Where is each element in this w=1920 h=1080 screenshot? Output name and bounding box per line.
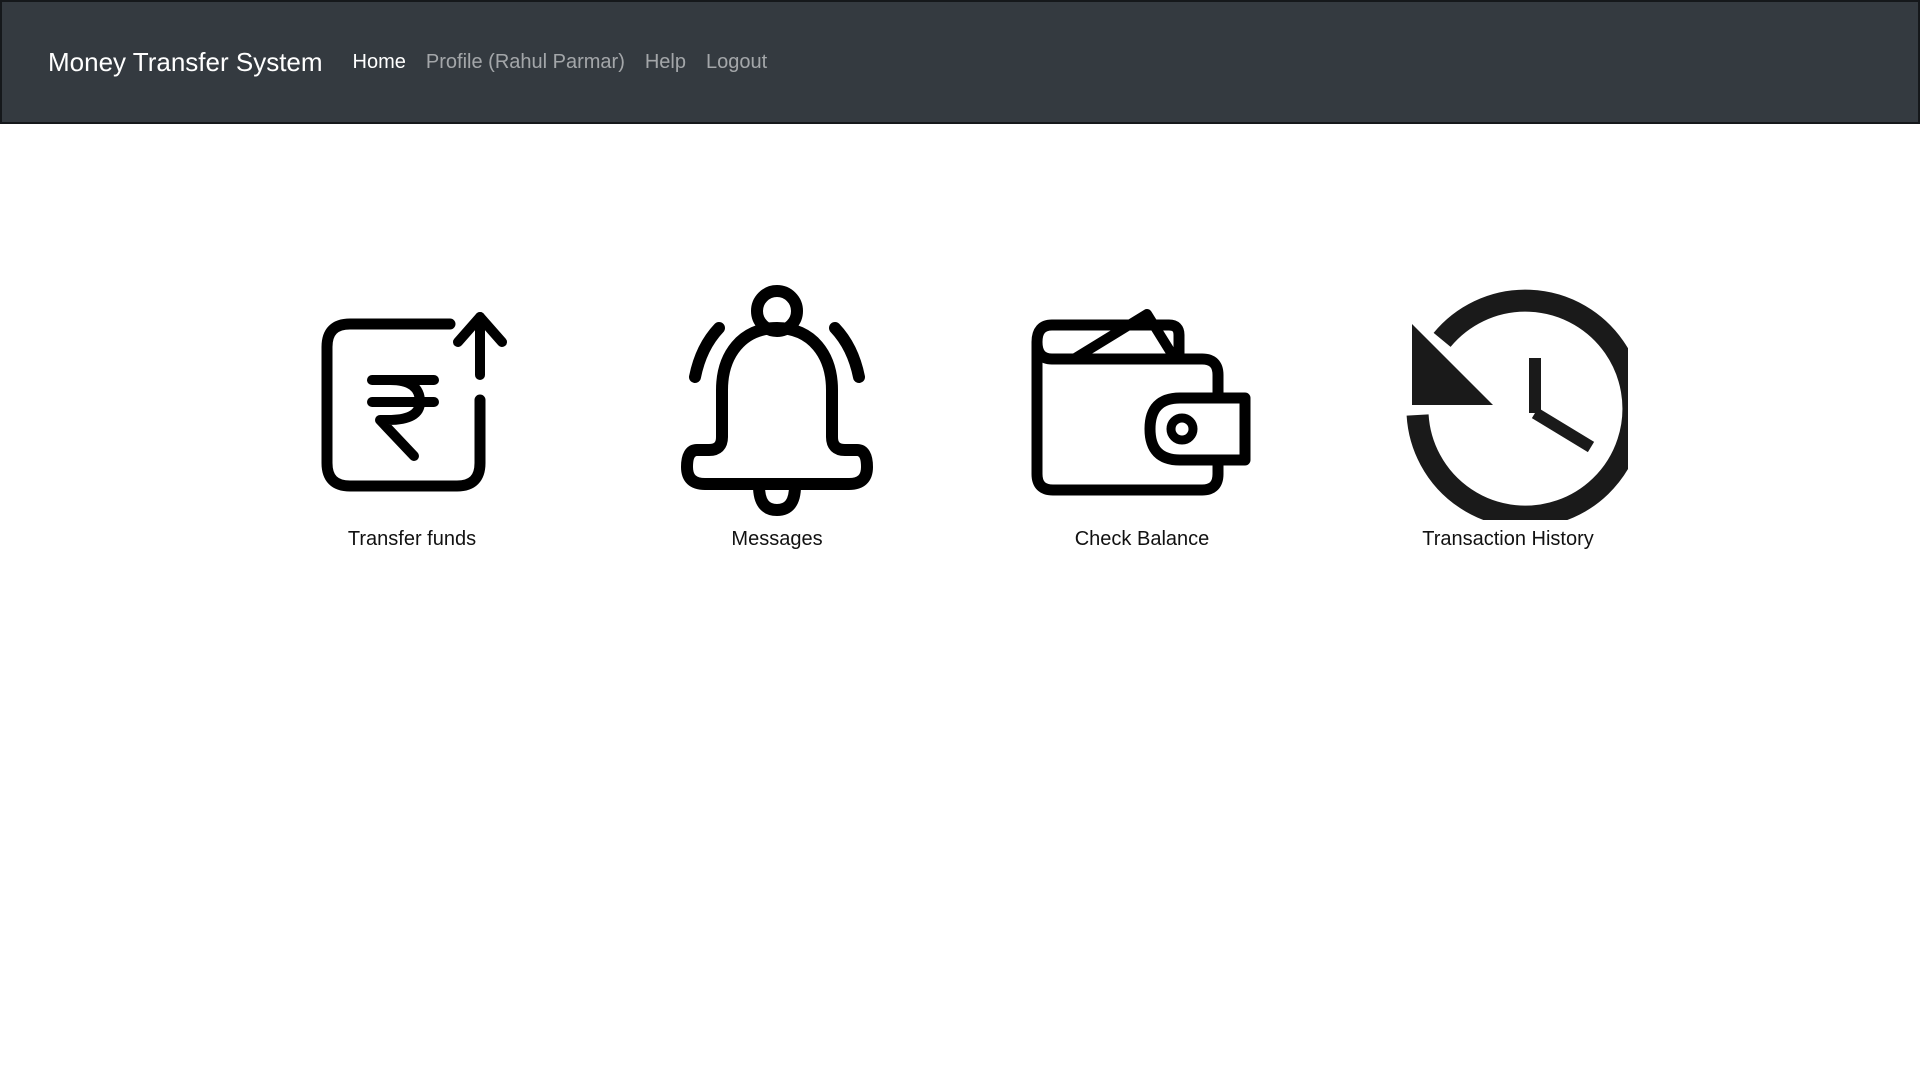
nav-link-profile[interactable]: Profile (Rahul Parmar) bbox=[416, 51, 635, 74]
bell-icon bbox=[681, 285, 873, 517]
rupee-transfer-icon bbox=[321, 312, 507, 492]
check-balance-label: Check Balance bbox=[1074, 528, 1210, 550]
wallet-icon bbox=[1031, 309, 1251, 496]
transfer-funds-tile[interactable]: Transfer funds bbox=[262, 280, 562, 551]
nav-link-home[interactable]: Home bbox=[343, 51, 416, 74]
messages-label: Messages bbox=[731, 528, 823, 550]
transaction-history-label: Transaction History bbox=[1422, 528, 1594, 550]
nav-link-help[interactable]: Help bbox=[635, 51, 696, 74]
transaction-history-tile[interactable]: Transaction History bbox=[1358, 280, 1658, 551]
nav-links: Home Profile (Rahul Parmar) Help Logout bbox=[343, 51, 778, 74]
check-balance-tile[interactable]: Check Balance bbox=[992, 280, 1292, 551]
nav-link-logout[interactable]: Logout bbox=[696, 51, 777, 74]
navbar: Money Transfer System Home Profile (Rahu… bbox=[0, 0, 1920, 124]
brand-title[interactable]: Money Transfer System bbox=[48, 47, 323, 78]
transfer-funds-label: Transfer funds bbox=[347, 528, 477, 550]
messages-tile[interactable]: Messages bbox=[627, 280, 927, 551]
history-icon bbox=[1406, 289, 1628, 520]
